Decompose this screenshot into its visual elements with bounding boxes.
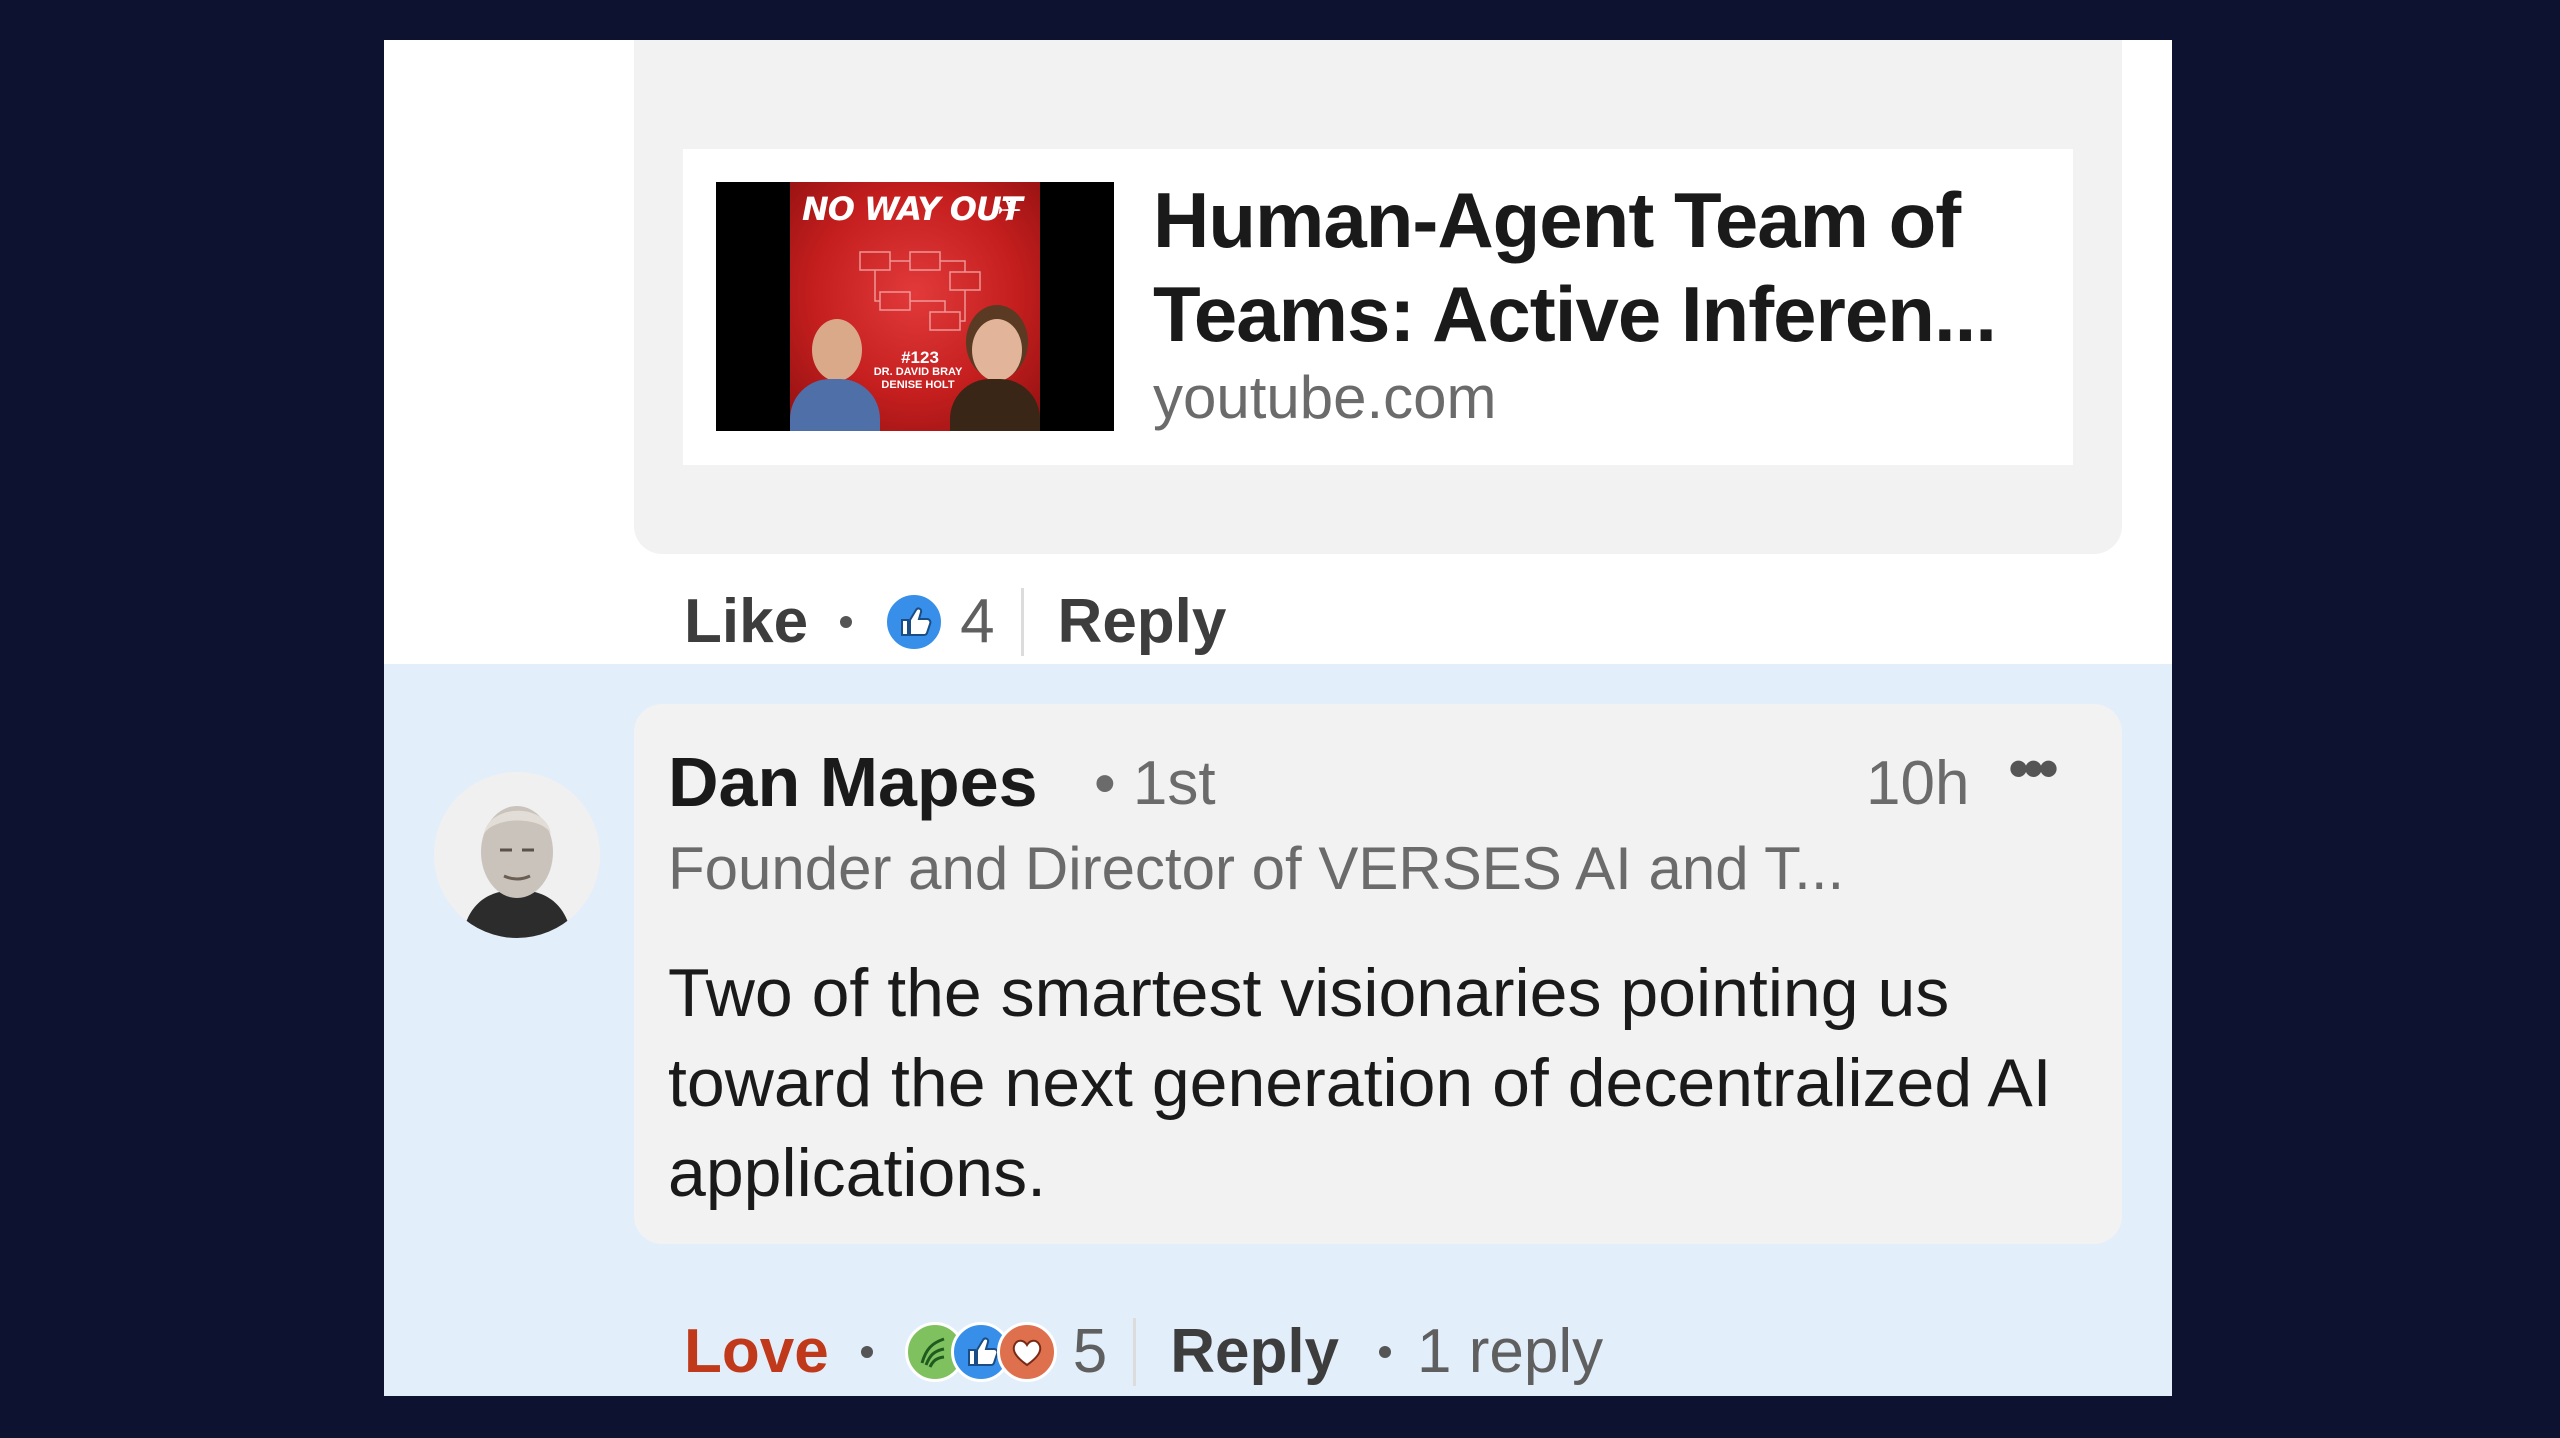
reaction-icons[interactable]	[904, 1321, 1057, 1382]
author-name[interactable]: Dan Mapes	[668, 742, 1038, 822]
thumbnail-title: NO WAY OUT	[802, 190, 1023, 228]
more-options-icon[interactable]: •••	[2008, 734, 2059, 803]
love-reaction-button[interactable]: Love	[684, 1316, 829, 1387]
video-thumbnail[interactable]: NO WAY OUT ✈ #123 DR. DAVID BRAY DENISE …	[716, 182, 1114, 431]
link-title-line: Teams: Active Inferen...	[1153, 270, 1997, 358]
avatar-photo	[434, 772, 600, 938]
link-title[interactable]: Human-Agent Team of Teams: Active Infere…	[1153, 173, 2053, 361]
like-icon[interactable]	[884, 591, 945, 652]
reaction-count[interactable]: 5	[1073, 1316, 1107, 1387]
divider	[1020, 587, 1024, 656]
jet-icon: ✈	[996, 195, 1022, 228]
love-icon	[996, 1321, 1057, 1382]
avatar[interactable]	[434, 772, 600, 938]
like-button[interactable]: Like	[684, 586, 808, 657]
separator-dot	[1379, 1345, 1392, 1358]
reaction-count[interactable]: 4	[960, 586, 994, 657]
comment-bubble: Dan Mapes • 1st 10h ••• Founder and Dire…	[634, 704, 2122, 1244]
separator-dot	[840, 615, 853, 628]
comment-time: 10h	[1866, 749, 1970, 818]
comments-card: NO WAY OUT ✈ #123 DR. DAVID BRAY DENISE …	[384, 40, 2172, 1396]
highlighted-comment: Dan Mapes • 1st 10h ••• Founder and Dire…	[384, 664, 2172, 1396]
replies-count-link[interactable]: 1 reply	[1417, 1316, 1603, 1387]
link-title-line: Human-Agent Team of	[1153, 176, 1961, 264]
divider	[1133, 1317, 1137, 1386]
thumbnail-poster: NO WAY OUT ✈ #123 DR. DAVID BRAY DENISE …	[790, 182, 1040, 431]
host-photo	[790, 319, 880, 431]
connection-degree: • 1st	[1094, 749, 1216, 818]
link-preview[interactable]: NO WAY OUT ✈ #123 DR. DAVID BRAY DENISE …	[683, 149, 2073, 465]
reply-button[interactable]: Reply	[1058, 586, 1227, 657]
comment-actions: Like 4 Reply	[684, 586, 1226, 657]
comment-bubble: NO WAY OUT ✈ #123 DR. DAVID BRAY DENISE …	[634, 40, 2122, 554]
link-domain: youtube.com	[1153, 364, 1497, 431]
comment-actions: Love 5 Reply 1 reply	[684, 1316, 1603, 1387]
comment-text: Two of the smartest visionaries pointing…	[668, 955, 2052, 1211]
guest-photo	[950, 319, 1040, 431]
author-headline: Founder and Director of VERSES AI and T.…	[668, 835, 1845, 902]
reply-button[interactable]: Reply	[1170, 1316, 1339, 1387]
episode-number: #123	[901, 348, 939, 367]
separator-dot	[860, 1345, 873, 1358]
